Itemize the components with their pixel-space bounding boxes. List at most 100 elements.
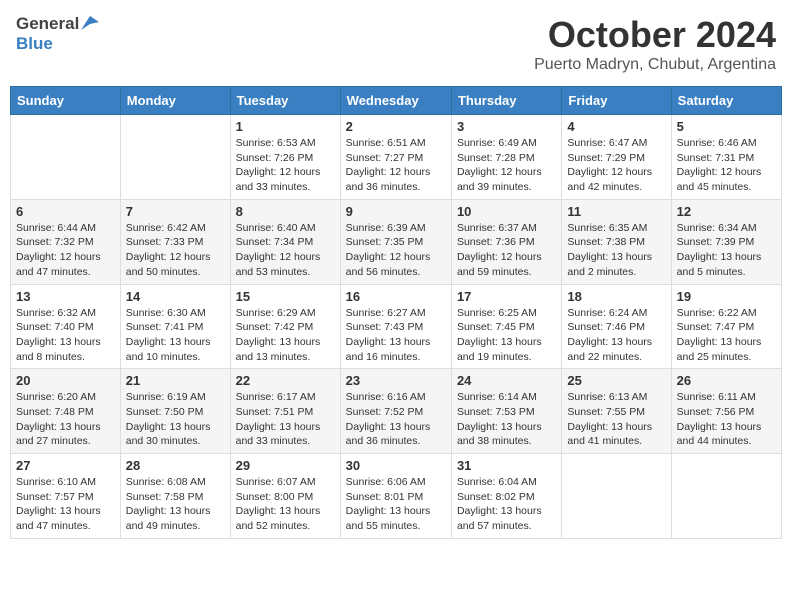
day-number: 17 — [457, 289, 556, 304]
calendar-cell: 28Sunrise: 6:08 AM Sunset: 7:58 PM Dayli… — [120, 454, 230, 539]
day-number: 14 — [126, 289, 225, 304]
header: General Blue October 2024 Puerto Madryn,… — [10, 10, 782, 78]
day-number: 4 — [567, 119, 665, 134]
day-number: 23 — [346, 373, 446, 388]
logo-bird-icon — [81, 16, 99, 30]
day-number: 1 — [236, 119, 335, 134]
location-title: Puerto Madryn, Chubut, Argentina — [534, 56, 776, 74]
calendar-cell: 9 Sunrise: 6:39 AM Sunset: 7:35 PM Daylig… — [340, 199, 451, 284]
day-info: Sunrise: 6:25 AM Sunset: 7:45 PM Dayligh… — [457, 306, 556, 365]
calendar-cell: 20Sunrise: 6:20 AM Sunset: 7:48 PM Dayli… — [11, 369, 121, 454]
day-info: Sunrise: 6:07 AM Sunset: 8:00 PM Dayligh… — [236, 475, 335, 534]
day-info: Sunrise: 6:27 AM Sunset: 7:43 PM Dayligh… — [346, 306, 446, 365]
day-number: 6 — [16, 204, 115, 219]
day-info: Sunrise: 6:30 AM Sunset: 7:41 PM Dayligh… — [126, 306, 225, 365]
logo: General Blue — [16, 14, 99, 54]
day-number: 25 — [567, 373, 665, 388]
header-day-tuesday: Tuesday — [230, 87, 340, 115]
calendar-cell: 19Sunrise: 6:22 AM Sunset: 7:47 PM Dayli… — [671, 284, 781, 369]
day-info: Sunrise: 6:40 AM Sunset: 7:34 PM Dayligh… — [236, 221, 335, 280]
day-number: 12 — [677, 204, 776, 219]
day-info: Sunrise: 6:51 AM Sunset: 7:27 PM Dayligh… — [346, 136, 446, 195]
calendar-cell: 24 Sunrise: 6:14 AM Sunset: 7:53 PM Dayli… — [451, 369, 561, 454]
calendar-week-row: 20Sunrise: 6:20 AM Sunset: 7:48 PM Dayli… — [11, 369, 782, 454]
day-info: Sunrise: 6:42 AM Sunset: 7:33 PM Dayligh… — [126, 221, 225, 280]
calendar-week-row: 6 Sunrise: 6:44 AM Sunset: 7:32 PM Daylig… — [11, 199, 782, 284]
day-info: Sunrise: 6:47 AM Sunset: 7:29 PM Dayligh… — [567, 136, 665, 195]
calendar-cell — [671, 454, 781, 539]
logo-blue: Blue — [16, 34, 53, 53]
calendar-cell — [11, 115, 121, 200]
day-number: 19 — [677, 289, 776, 304]
calendar-cell: 17 Sunrise: 6:25 AM Sunset: 7:45 PM Dayli… — [451, 284, 561, 369]
calendar-cell: 30Sunrise: 6:06 AM Sunset: 8:01 PM Dayli… — [340, 454, 451, 539]
calendar-week-row: 1 Sunrise: 6:53 AM Sunset: 7:26 PM Daylig… — [11, 115, 782, 200]
calendar-cell: 13Sunrise: 6:32 AM Sunset: 7:40 PM Dayli… — [11, 284, 121, 369]
calendar-cell — [562, 454, 671, 539]
day-number: 9 — [346, 204, 446, 219]
calendar-cell: 5 Sunrise: 6:46 AM Sunset: 7:31 PM Daylig… — [671, 115, 781, 200]
day-number: 15 — [236, 289, 335, 304]
calendar-cell: 27 Sunrise: 6:10 AM Sunset: 7:57 PM Dayli… — [11, 454, 121, 539]
header-day-saturday: Saturday — [671, 87, 781, 115]
calendar-cell: 1 Sunrise: 6:53 AM Sunset: 7:26 PM Daylig… — [230, 115, 340, 200]
day-number: 7 — [126, 204, 225, 219]
day-number: 3 — [457, 119, 556, 134]
calendar-cell: 3 Sunrise: 6:49 AM Sunset: 7:28 PM Daylig… — [451, 115, 561, 200]
day-number: 31 — [457, 458, 556, 473]
day-number: 5 — [677, 119, 776, 134]
month-title: October 2024 — [534, 14, 776, 56]
day-info: Sunrise: 6:29 AM Sunset: 7:42 PM Dayligh… — [236, 306, 335, 365]
calendar-cell: 23 Sunrise: 6:16 AM Sunset: 7:52 PM Dayli… — [340, 369, 451, 454]
header-day-sunday: Sunday — [11, 87, 121, 115]
calendar-cell: 16 Sunrise: 6:27 AM Sunset: 7:43 PM Dayli… — [340, 284, 451, 369]
day-info: Sunrise: 6:10 AM Sunset: 7:57 PM Dayligh… — [16, 475, 115, 534]
title-area: October 2024 Puerto Madryn, Chubut, Arge… — [534, 14, 776, 74]
calendar-cell: 8 Sunrise: 6:40 AM Sunset: 7:34 PM Daylig… — [230, 199, 340, 284]
day-info: Sunrise: 6:53 AM Sunset: 7:26 PM Dayligh… — [236, 136, 335, 195]
day-number: 21 — [126, 373, 225, 388]
day-number: 10 — [457, 204, 556, 219]
day-number: 2 — [346, 119, 446, 134]
calendar-cell: 29 Sunrise: 6:07 AM Sunset: 8:00 PM Dayli… — [230, 454, 340, 539]
day-info: Sunrise: 6:37 AM Sunset: 7:36 PM Dayligh… — [457, 221, 556, 280]
day-info: Sunrise: 6:44 AM Sunset: 7:32 PM Dayligh… — [16, 221, 115, 280]
day-info: Sunrise: 6:49 AM Sunset: 7:28 PM Dayligh… — [457, 136, 556, 195]
header-day-friday: Friday — [562, 87, 671, 115]
day-number: 18 — [567, 289, 665, 304]
day-number: 24 — [457, 373, 556, 388]
header-day-monday: Monday — [120, 87, 230, 115]
header-day-thursday: Thursday — [451, 87, 561, 115]
day-number: 13 — [16, 289, 115, 304]
day-info: Sunrise: 6:24 AM Sunset: 7:46 PM Dayligh… — [567, 306, 665, 365]
calendar-cell: 25 Sunrise: 6:13 AM Sunset: 7:55 PM Dayli… — [562, 369, 671, 454]
calendar-cell: 6 Sunrise: 6:44 AM Sunset: 7:32 PM Daylig… — [11, 199, 121, 284]
header-day-wednesday: Wednesday — [340, 87, 451, 115]
day-number: 30 — [346, 458, 446, 473]
day-number: 8 — [236, 204, 335, 219]
day-number: 29 — [236, 458, 335, 473]
calendar-cell: 14 Sunrise: 6:30 AM Sunset: 7:41 PM Dayli… — [120, 284, 230, 369]
calendar-cell: 15 Sunrise: 6:29 AM Sunset: 7:42 PM Dayli… — [230, 284, 340, 369]
calendar-cell: 10 Sunrise: 6:37 AM Sunset: 7:36 PM Dayli… — [451, 199, 561, 284]
day-number: 16 — [346, 289, 446, 304]
calendar-week-row: 27 Sunrise: 6:10 AM Sunset: 7:57 PM Dayli… — [11, 454, 782, 539]
day-info: Sunrise: 6:13 AM Sunset: 7:55 PM Dayligh… — [567, 390, 665, 449]
calendar-cell: 4 Sunrise: 6:47 AM Sunset: 7:29 PM Daylig… — [562, 115, 671, 200]
day-info: Sunrise: 6:35 AM Sunset: 7:38 PM Dayligh… — [567, 221, 665, 280]
calendar-cell — [120, 115, 230, 200]
day-info: Sunrise: 6:39 AM Sunset: 7:35 PM Dayligh… — [346, 221, 446, 280]
day-number: 27 — [16, 458, 115, 473]
calendar-header-row: SundayMondayTuesdayWednesdayThursdayFrid… — [11, 87, 782, 115]
day-number: 28 — [126, 458, 225, 473]
day-info: Sunrise: 6:34 AM Sunset: 7:39 PM Dayligh… — [677, 221, 776, 280]
calendar-cell: 21 Sunrise: 6:19 AM Sunset: 7:50 PM Dayli… — [120, 369, 230, 454]
day-info: Sunrise: 6:14 AM Sunset: 7:53 PM Dayligh… — [457, 390, 556, 449]
day-info: Sunrise: 6:16 AM Sunset: 7:52 PM Dayligh… — [346, 390, 446, 449]
day-info: Sunrise: 6:19 AM Sunset: 7:50 PM Dayligh… — [126, 390, 225, 449]
day-number: 26 — [677, 373, 776, 388]
calendar-cell: 7 Sunrise: 6:42 AM Sunset: 7:33 PM Daylig… — [120, 199, 230, 284]
calendar-cell: 12 Sunrise: 6:34 AM Sunset: 7:39 PM Dayli… — [671, 199, 781, 284]
day-info: Sunrise: 6:46 AM Sunset: 7:31 PM Dayligh… — [677, 136, 776, 195]
calendar-cell: 18 Sunrise: 6:24 AM Sunset: 7:46 PM Dayli… — [562, 284, 671, 369]
